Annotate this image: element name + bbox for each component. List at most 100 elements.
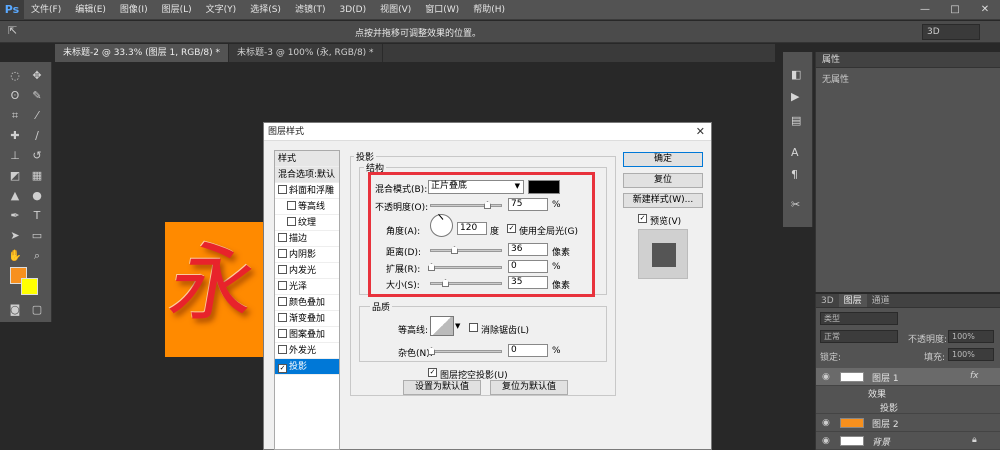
layer-effect-drop-shadow[interactable]: 投影 (816, 400, 1000, 414)
workspace-select[interactable]: 3D (922, 24, 980, 40)
crop-tool-icon[interactable]: ⌗ (6, 108, 24, 124)
eye-icon[interactable]: ◉ (822, 436, 830, 446)
reset-button[interactable]: 复位 (623, 173, 703, 188)
style-gradient-overlay[interactable]: 渐变叠加 (275, 311, 339, 327)
preview-checkbox[interactable]: ✓ (638, 214, 647, 223)
reset-default-button[interactable]: 复位为默认值 (490, 380, 568, 395)
style-color-overlay[interactable]: 颜色叠加 (275, 295, 339, 311)
hand-tool-icon[interactable]: ✋ (6, 248, 24, 264)
quick-mask-icon[interactable]: ◙ (6, 302, 24, 318)
zoom-tool-icon[interactable]: ⌕ (28, 248, 46, 264)
swatches-panel-icon[interactable]: ▤ (791, 114, 801, 127)
style-list-blending-options[interactable]: 混合选项:默认 (275, 167, 339, 183)
checkbox[interactable] (278, 297, 287, 306)
set-default-button[interactable]: 设置为默认值 (403, 380, 481, 395)
background-color-swatch[interactable] (21, 278, 38, 295)
menu-file[interactable]: 文件(F) (24, 0, 68, 20)
tab-layers[interactable]: 图层 (838, 294, 867, 307)
eye-icon[interactable]: ◉ (822, 418, 830, 428)
history-panel-icon[interactable]: ◧ (791, 68, 801, 81)
style-contour[interactable]: 等高线 (275, 199, 339, 215)
layer-filter-select[interactable]: 类型 (820, 312, 898, 325)
eye-icon[interactable]: ◉ (822, 372, 830, 382)
checkbox[interactable] (278, 249, 287, 258)
screen-mode-icon[interactable]: ▢ (28, 302, 46, 318)
style-stroke[interactable]: 描边 (275, 231, 339, 247)
checkbox[interactable] (287, 217, 296, 226)
style-satin[interactable]: 光泽 (275, 279, 339, 295)
shape-tool-icon[interactable]: ▭ (28, 228, 46, 244)
minimize-button[interactable]: — (910, 0, 940, 20)
history-brush-icon[interactable]: ↺ (28, 148, 46, 164)
character-panel-icon[interactable]: A (791, 146, 799, 159)
menu-type[interactable]: 文字(Y) (199, 0, 244, 20)
tool-presets-icon[interactable]: ✂ (791, 198, 800, 211)
marquee-tool-icon[interactable]: ◌ (6, 68, 24, 84)
layer-row-1[interactable]: ◉ 图层 1 fx (816, 368, 1000, 386)
paragraph-panel-icon[interactable]: ¶ (791, 168, 798, 181)
lasso-tool-icon[interactable]: ʘ (6, 88, 24, 104)
menu-3d[interactable]: 3D(D) (332, 0, 373, 20)
menu-window[interactable]: 窗口(W) (418, 0, 466, 20)
style-texture[interactable]: 纹理 (275, 215, 339, 231)
style-pattern-overlay[interactable]: 图案叠加 (275, 327, 339, 343)
noise-slider[interactable] (428, 347, 502, 355)
chevron-down-icon[interactable]: ▼ (455, 322, 460, 330)
move-tool-icon[interactable]: ⇱ (8, 24, 17, 37)
checkbox-checked[interactable]: ✓ (278, 364, 287, 373)
ok-button[interactable]: 确定 (623, 152, 703, 167)
brush-tool-icon[interactable]: ∕ (28, 128, 46, 144)
checkbox[interactable] (278, 281, 287, 290)
close-window-button[interactable]: ✕ (970, 0, 1000, 20)
move-tool-icon[interactable]: ✥ (28, 68, 46, 84)
eyedropper-icon[interactable]: ⁄ (28, 108, 46, 124)
path-select-icon[interactable]: ➤ (6, 228, 24, 244)
contour-preview[interactable] (430, 316, 454, 336)
checkbox[interactable] (278, 345, 287, 354)
gradient-tool-icon[interactable]: ▦ (28, 168, 46, 184)
tab-document-3[interactable]: 未标题-3 @ 100% (永, RGB/8) * (229, 44, 383, 62)
menu-select[interactable]: 选择(S) (243, 0, 288, 20)
layer-opacity-input[interactable]: 100% (948, 330, 994, 343)
blur-tool-icon[interactable]: ▲ (6, 188, 24, 204)
antialias-checkbox[interactable] (469, 323, 478, 332)
actions-panel-icon[interactable]: ▶ (791, 90, 799, 103)
layer-effects-row[interactable]: 效果 (816, 386, 1000, 400)
checkbox[interactable] (278, 313, 287, 322)
dodge-tool-icon[interactable]: ● (28, 188, 46, 204)
menu-view[interactable]: 视图(V) (373, 0, 418, 20)
menu-filter[interactable]: 滤镜(T) (288, 0, 333, 20)
style-outer-glow[interactable]: 外发光 (275, 343, 339, 359)
menu-edit[interactable]: 编辑(E) (68, 0, 113, 20)
checkbox[interactable] (278, 329, 287, 338)
knockout-checkbox[interactable]: ✓ (428, 368, 437, 377)
menu-layer[interactable]: 图层(L) (155, 0, 199, 20)
checkbox[interactable] (278, 185, 287, 194)
new-style-button[interactable]: 新建样式(W)... (623, 193, 703, 208)
style-list-styles[interactable]: 样式 (275, 151, 339, 167)
tab-3d[interactable]: 3D (816, 294, 839, 307)
magic-wand-icon[interactable]: ✎ (28, 88, 46, 104)
eraser-tool-icon[interactable]: ◩ (6, 168, 24, 184)
layer-row-background[interactable]: ◉ 背景 🔒︎ (816, 432, 1000, 450)
style-inner-glow[interactable]: 内发光 (275, 263, 339, 279)
healing-brush-icon[interactable]: ✚ (6, 128, 24, 144)
style-inner-shadow[interactable]: 内阴影 (275, 247, 339, 263)
tab-channels[interactable]: 通道 (867, 294, 895, 307)
layer-fill-input[interactable]: 100% (948, 348, 994, 361)
artwork-image[interactable]: 永 (165, 222, 277, 357)
fx-icon[interactable]: fx (970, 371, 979, 381)
pen-tool-icon[interactable]: ✒ (6, 208, 24, 224)
checkbox[interactable] (278, 265, 287, 274)
checkbox[interactable] (287, 201, 296, 210)
clone-stamp-icon[interactable]: ⊥ (6, 148, 24, 164)
style-drop-shadow[interactable]: ✓ 投影 (275, 359, 339, 375)
tab-document-2[interactable]: 未标题-2 @ 33.3% (图层 1, RGB/8) * (55, 44, 229, 62)
checkbox[interactable] (278, 233, 287, 242)
layer-row-2[interactable]: ◉ 图层 2 (816, 414, 1000, 432)
noise-input[interactable]: 0 (508, 344, 548, 357)
maximize-button[interactable]: □ (940, 0, 970, 20)
menu-help[interactable]: 帮助(H) (466, 0, 512, 20)
properties-title[interactable]: 属性 (816, 52, 1000, 68)
close-icon[interactable]: ✕ (696, 125, 705, 138)
